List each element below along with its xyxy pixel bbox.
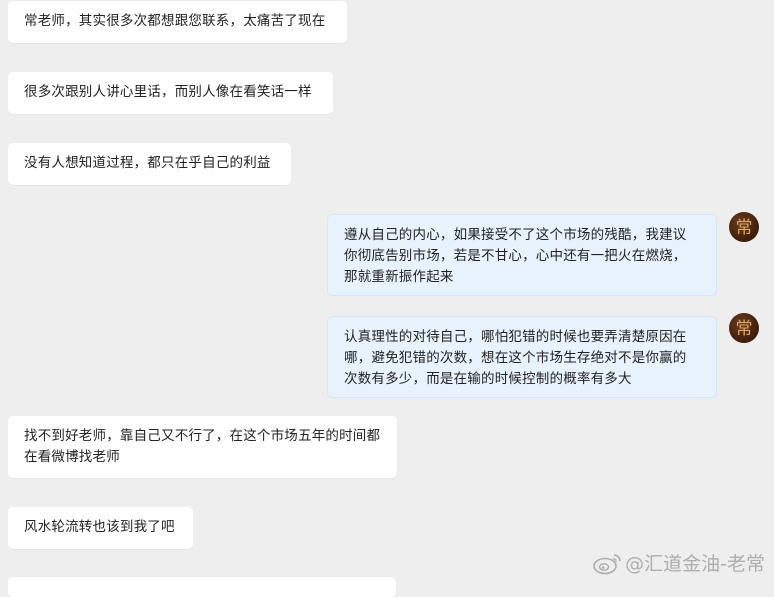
incoming-message: 没有人想知道过程，都只在乎自己的利益 xyxy=(8,143,291,185)
weibo-icon xyxy=(593,553,621,574)
svg-text:常: 常 xyxy=(736,319,753,339)
avatar[interactable]: 常 xyxy=(729,212,759,242)
outgoing-message: 认真理性的对待自己，哪怕犯错的时候也要弄清楚原因在哪，避免犯错的次数，想在这个市… xyxy=(327,316,717,398)
message-text: 没有人想知道过程，都只在乎自己的利益 xyxy=(24,155,271,171)
incoming-message: 常老师，其实很多次都想跟您联系，太痛苦了现在 xyxy=(8,1,347,43)
message-text: 常老师，其实很多次都想跟您联系，太痛苦了现在 xyxy=(24,13,326,29)
outgoing-message: 遵从自己的内心，如果接受不了这个市场的残酷，我建议你彻底告别市场，若是不甘心，心… xyxy=(327,214,717,296)
avatar[interactable]: 常 xyxy=(729,313,759,343)
svg-text:常: 常 xyxy=(736,218,753,238)
message-text: 很多次跟别人讲心里话，而别人像在看笑话一样 xyxy=(24,84,312,100)
message-text: 找不到好老师，靠自己又不行了，在这个市场五年的时间都在看微博找老师 xyxy=(24,428,381,465)
message-text: 风水轮流转也该到我了吧 xyxy=(24,519,175,535)
message-text: 认真理性的对待自己，哪怕犯错的时候也要弄清楚原因在哪，避免犯错的次数，想在这个市… xyxy=(344,329,687,387)
message-text: 遵从自己的内心，如果接受不了这个市场的残酷，我建议你彻底告别市场，若是不甘心，心… xyxy=(344,227,687,285)
incoming-message: 风水轮流转也该到我了吧 xyxy=(8,507,193,549)
avatar-glyph-icon: 常 xyxy=(736,319,753,339)
watermark-text: @汇道金油-老常 xyxy=(625,553,765,575)
avatar-glyph-icon: 常 xyxy=(736,218,753,238)
incoming-message: 找不到好老师，靠自己又不行了，在这个市场五年的时间都在看微博找老师 xyxy=(8,416,397,478)
incoming-message-partial xyxy=(8,577,396,597)
incoming-message: 很多次跟别人讲心里话，而别人像在看笑话一样 xyxy=(8,72,333,114)
watermark: @汇道金油-老常 xyxy=(592,549,765,576)
